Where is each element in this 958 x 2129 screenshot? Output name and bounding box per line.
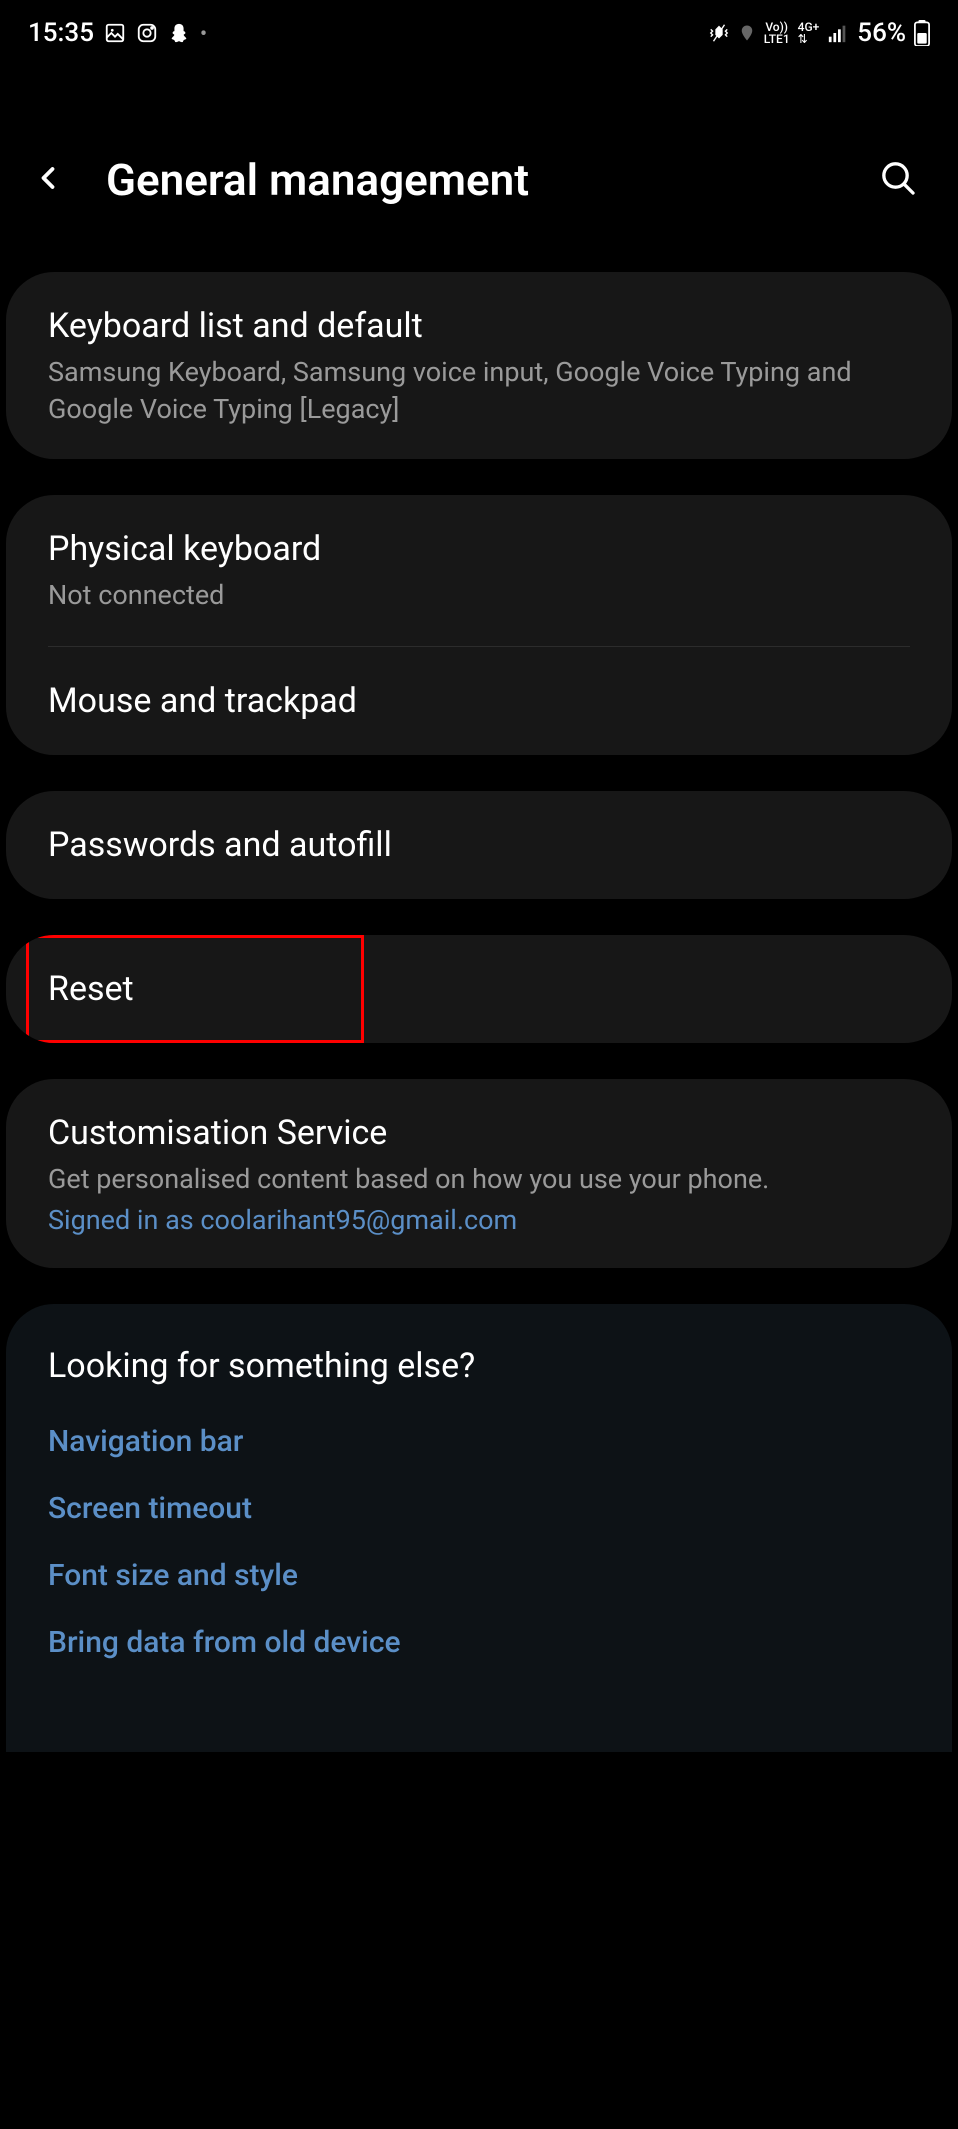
- customisation-signed-in: Signed in as coolarihant95@gmail.com: [48, 1204, 910, 1236]
- customisation-card: Customisation Service Get personalised c…: [6, 1079, 952, 1268]
- passwords-card: Passwords and autofill: [6, 791, 952, 899]
- reset-card: Reset: [6, 935, 952, 1043]
- signal-icon: [827, 22, 849, 44]
- keyboard-list-sub: Samsung Keyboard, Samsung voice input, G…: [48, 354, 910, 427]
- link-font-size-style[interactable]: Font size and style: [48, 1558, 910, 1593]
- reset-title: Reset: [48, 967, 910, 1011]
- status-time: 15:35: [28, 18, 94, 48]
- instagram-icon: [136, 22, 158, 44]
- back-button[interactable]: [20, 150, 76, 210]
- vibrate-icon: [708, 22, 730, 44]
- physical-keyboard-sub: Not connected: [48, 577, 910, 613]
- status-bar: 15:35 • Vo))LTE1 4G+⇅ 56%: [0, 0, 958, 58]
- customisation-title: Customisation Service: [48, 1111, 910, 1155]
- reset-item[interactable]: Reset: [6, 935, 952, 1043]
- page-header: General management: [0, 58, 958, 272]
- physical-keyboard-title: Physical keyboard: [48, 527, 910, 571]
- battery-percent: 56%: [857, 18, 906, 48]
- keyboard-list-title: Keyboard list and default: [48, 304, 910, 348]
- battery-icon: [914, 20, 930, 46]
- link-bring-data[interactable]: Bring data from old device: [48, 1625, 910, 1660]
- input-devices-card: Physical keyboard Not connected Mouse an…: [6, 495, 952, 755]
- passwords-autofill-item[interactable]: Passwords and autofill: [6, 791, 952, 899]
- customisation-sub: Get personalised content based on how yo…: [48, 1161, 910, 1197]
- physical-keyboard-item[interactable]: Physical keyboard Not connected: [6, 495, 952, 646]
- mouse-trackpad-item[interactable]: Mouse and trackpad: [6, 647, 952, 755]
- location-icon: [738, 22, 756, 44]
- link-screen-timeout[interactable]: Screen timeout: [48, 1491, 910, 1526]
- search-button[interactable]: [868, 148, 928, 212]
- customisation-item[interactable]: Customisation Service Get personalised c…: [6, 1079, 952, 1268]
- page-title: General management: [106, 154, 838, 206]
- keyboard-card: Keyboard list and default Samsung Keyboa…: [6, 272, 952, 459]
- link-navigation-bar[interactable]: Navigation bar: [48, 1424, 910, 1459]
- gallery-icon: [104, 22, 126, 44]
- snapchat-icon: [168, 22, 190, 44]
- looking-title: Looking for something else?: [48, 1346, 910, 1386]
- dot-icon: •: [200, 21, 207, 45]
- looking-card: Looking for something else? Navigation b…: [6, 1304, 952, 1752]
- keyboard-list-item[interactable]: Keyboard list and default Samsung Keyboa…: [6, 272, 952, 459]
- network-4g-icon: 4G+⇅: [798, 21, 820, 45]
- status-left: 15:35 •: [28, 18, 207, 48]
- mouse-trackpad-title: Mouse and trackpad: [48, 679, 910, 723]
- volte-icon: Vo))LTE1: [764, 21, 790, 45]
- status-right: Vo))LTE1 4G+⇅ 56%: [708, 18, 930, 48]
- passwords-autofill-title: Passwords and autofill: [48, 823, 910, 867]
